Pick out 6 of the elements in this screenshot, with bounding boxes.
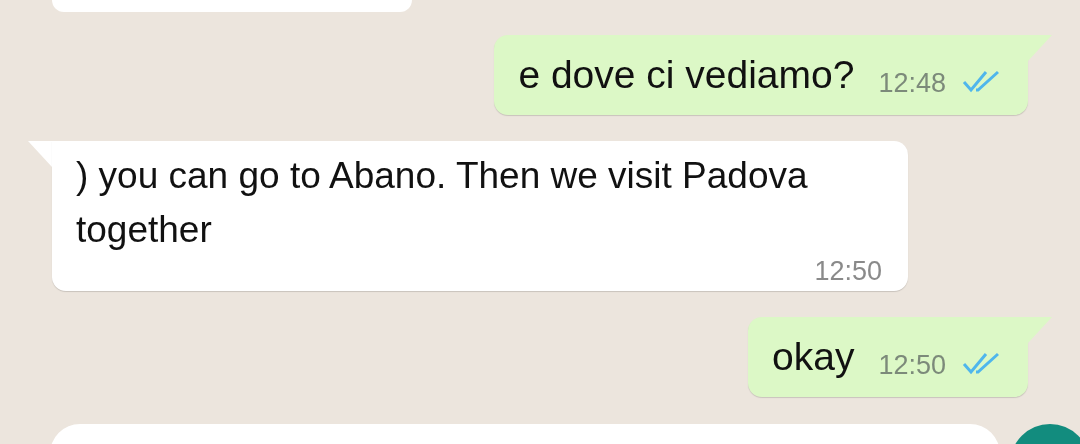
message-text: ) you can go to Abano. Then we visit Padova together [76,154,809,252]
message-text: e dove ci vediamo? [518,52,855,98]
message-time: 12:50 [878,349,946,382]
message-text: okay [772,334,855,380]
message-time: 12:50 [814,257,882,285]
message-time: 12:48 [878,67,946,100]
